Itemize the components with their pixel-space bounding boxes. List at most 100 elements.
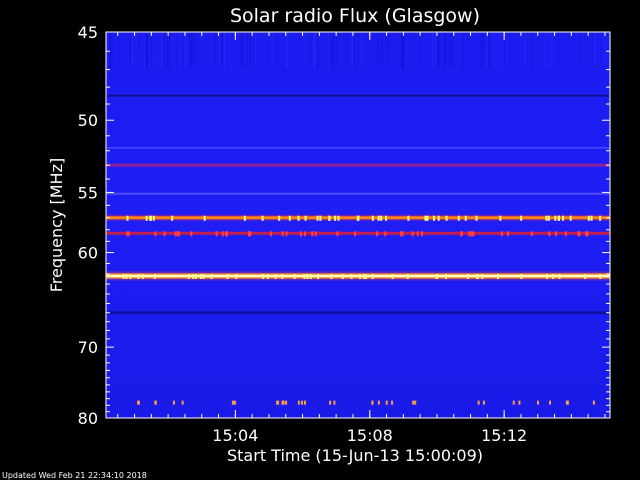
burst-point <box>376 231 379 237</box>
burst-point <box>187 273 190 279</box>
burst-point <box>577 231 580 237</box>
burst-point <box>551 273 554 279</box>
burst-point <box>194 273 197 279</box>
burst-point <box>411 231 414 237</box>
y-tick-label: 80 <box>78 409 98 428</box>
burst-point <box>359 273 362 279</box>
burst-point <box>319 215 322 221</box>
texture-streak <box>330 32 332 68</box>
texture-streak <box>222 32 224 68</box>
texture-streak <box>385 32 387 68</box>
texture-streak <box>488 32 490 68</box>
burst-point <box>235 273 238 279</box>
burst-point <box>215 231 218 237</box>
burst-point <box>317 273 320 279</box>
texture-streak <box>401 32 403 68</box>
texture-streak <box>282 32 284 68</box>
spectrogram-chart: Solar radio Flux (Glasgow) 455055607080 … <box>2 5 611 480</box>
burst-point <box>278 215 281 221</box>
burst-point <box>472 231 475 237</box>
burst-point <box>407 215 410 221</box>
texture-streak <box>106 32 108 68</box>
burst-point <box>477 400 480 405</box>
burst-point <box>336 231 339 237</box>
burst-point <box>126 215 129 221</box>
texture-streak <box>420 32 422 68</box>
burst-point <box>566 400 569 405</box>
burst-point <box>512 400 515 405</box>
burst-point <box>537 400 540 405</box>
spectrogram-background <box>106 32 610 418</box>
burst-point <box>380 215 383 221</box>
texture-streak <box>449 32 451 68</box>
texture-streak <box>269 32 271 68</box>
texture-streak <box>557 32 559 68</box>
burst-point <box>554 231 557 237</box>
texture-streak <box>403 32 405 68</box>
burst-point <box>154 231 157 237</box>
spectrogram-figure: Solar radio Flux (Glasgow) 45 50 55 60 70 80 … <box>0 0 640 480</box>
texture-streak <box>160 32 162 68</box>
texture-streak <box>361 32 363 68</box>
burst-point <box>406 273 409 279</box>
burst-point <box>530 231 533 237</box>
texture-streak <box>342 32 344 68</box>
texture-streak <box>388 32 390 68</box>
burst-point <box>334 215 337 221</box>
burst-point <box>457 215 460 221</box>
texture-streak <box>138 32 140 68</box>
texture-streak <box>594 32 596 68</box>
burst-point <box>153 273 156 279</box>
y-tick-label: 70 <box>78 338 98 357</box>
burst-point <box>569 215 572 221</box>
texture-streak <box>528 32 530 68</box>
texture-streak <box>313 32 315 68</box>
burst-point <box>303 273 306 279</box>
burst-point <box>562 215 565 221</box>
burst-point <box>309 273 312 279</box>
burst-point <box>311 231 314 237</box>
burst-point <box>391 400 394 405</box>
texture-streak <box>335 32 337 68</box>
texture-streak <box>188 32 190 68</box>
frequency-band <box>106 231 610 235</box>
burst-point <box>518 400 521 405</box>
texture-streak <box>309 32 311 68</box>
burst-point <box>316 215 319 221</box>
texture-streak <box>225 32 227 68</box>
burst-point <box>371 400 374 405</box>
updated-timestamp: Updated Wed Feb 21 22:34:10 2018 <box>2 471 147 480</box>
burst-point <box>400 231 403 237</box>
texture-streak <box>132 32 134 68</box>
burst-point <box>547 215 550 221</box>
texture-streak <box>353 32 355 68</box>
burst-point <box>412 400 415 405</box>
burst-point <box>476 273 479 279</box>
texture-streak <box>499 32 501 68</box>
burst-point <box>354 231 357 237</box>
burst-point <box>557 215 560 221</box>
burst-point <box>385 400 388 405</box>
texture-streak <box>314 32 316 68</box>
y-tick-label: 50 <box>78 111 98 130</box>
burst-point <box>558 273 561 279</box>
burst-point <box>274 273 277 279</box>
texture-streak <box>246 32 248 68</box>
burst-point <box>590 215 593 221</box>
texture-streak <box>357 32 359 68</box>
burst-point <box>330 273 333 279</box>
burst-point <box>288 215 291 221</box>
burst-point <box>337 215 340 221</box>
texture-streak <box>409 32 411 68</box>
burst-point <box>371 215 374 221</box>
texture-streak <box>223 32 225 68</box>
texture-streak <box>149 32 151 68</box>
texture-streak <box>544 32 546 68</box>
burst-point <box>435 273 438 279</box>
burst-point <box>137 400 140 405</box>
texture-streak <box>194 32 196 68</box>
texture-streak <box>346 32 348 68</box>
burst-point <box>149 215 152 221</box>
burst-point <box>437 215 440 221</box>
burst-point <box>350 273 353 279</box>
